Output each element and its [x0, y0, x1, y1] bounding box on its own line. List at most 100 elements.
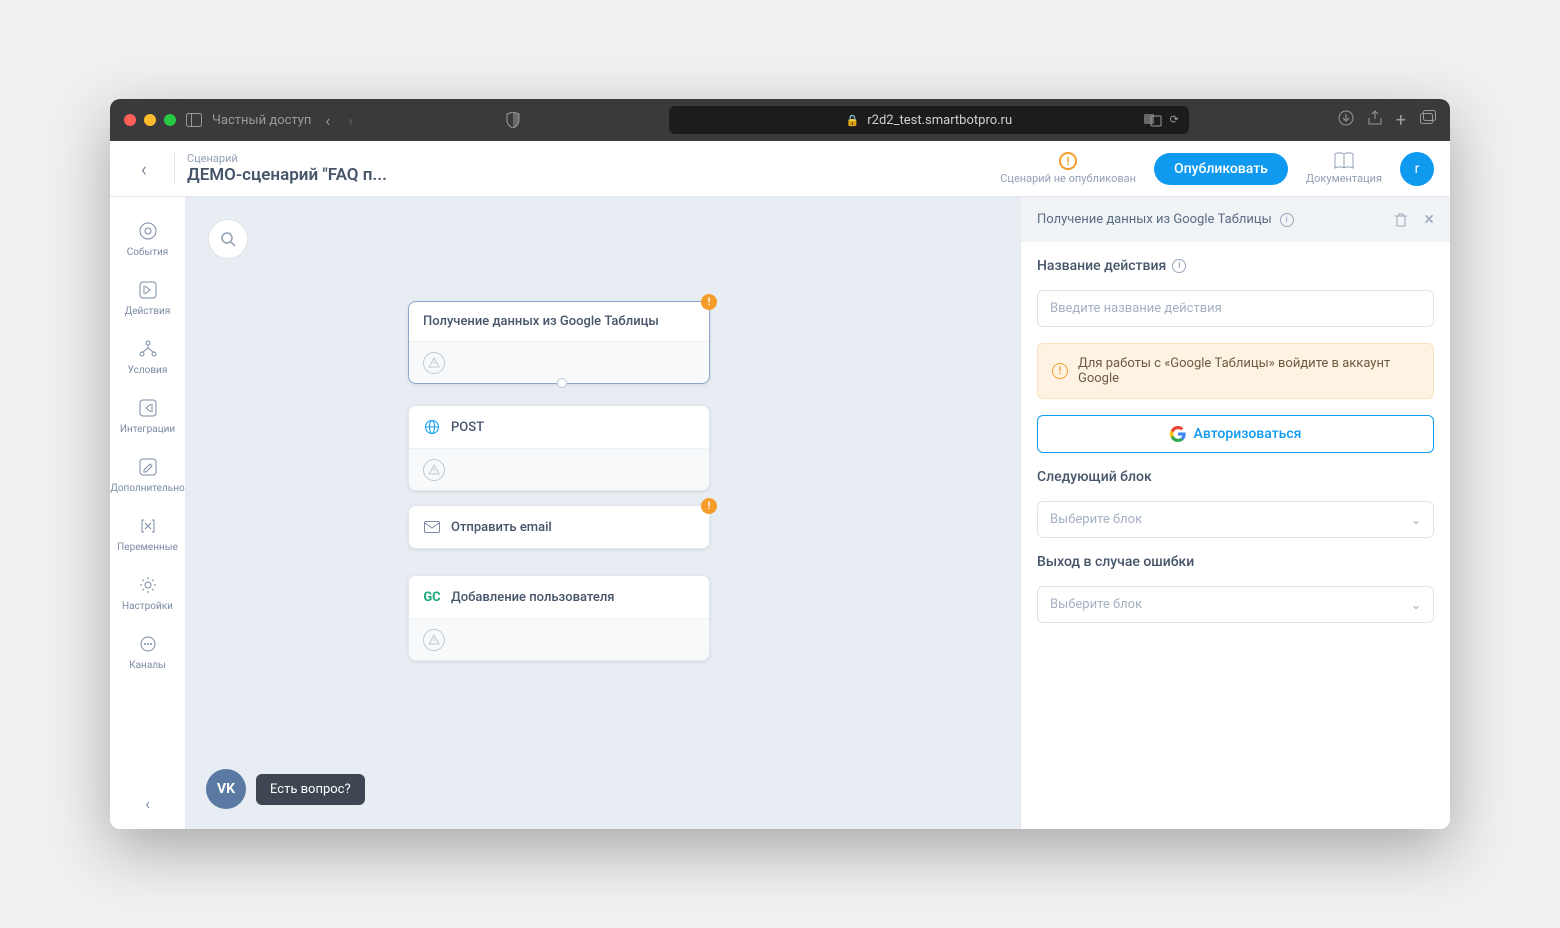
- properties-panel: Получение данных из Google Таблицы i × Н…: [1020, 197, 1450, 829]
- next-block-select[interactable]: Выберите блок ⌄: [1037, 501, 1434, 538]
- breadcrumb: Сценарий ДЕМО-сценарий "FAQ п...: [174, 152, 387, 185]
- gear-icon: [136, 573, 160, 597]
- next-block-label: Следующий блок: [1037, 469, 1434, 485]
- globe-icon: [423, 418, 441, 436]
- status-text: Сценарий не опубликован: [1000, 172, 1136, 185]
- tabs-icon[interactable]: [1420, 110, 1436, 131]
- nav-back-icon[interactable]: ‹: [321, 111, 334, 130]
- book-icon: [1334, 152, 1354, 170]
- sidebar-item-settings[interactable]: Настройки: [110, 567, 185, 618]
- sidebar-item-label: Интеграции: [120, 424, 175, 435]
- lock-icon: 🔒: [846, 114, 860, 127]
- private-mode-label: Частный доступ: [212, 113, 311, 128]
- warning-triangle-icon: [423, 352, 445, 374]
- edit-icon: [136, 455, 160, 479]
- sidebar-item-actions[interactable]: Действия: [110, 272, 185, 323]
- browser-window: Частный доступ ‹ › 🔒 r2d2_test.smartbotp…: [110, 99, 1450, 829]
- node-header: POST: [409, 406, 709, 448]
- branch-icon: [136, 337, 160, 361]
- node-title: Отправить email: [451, 520, 552, 535]
- integration-icon: [136, 396, 160, 420]
- error-exit-label: Выход в случае ошибки: [1037, 554, 1434, 570]
- sidebar-item-variables[interactable]: Переменные: [110, 508, 185, 559]
- node-body: [409, 618, 709, 660]
- docs-label: Документация: [1306, 172, 1382, 185]
- nav-forward-icon[interactable]: ›: [344, 111, 357, 130]
- select-placeholder: Выберите блок: [1050, 512, 1142, 527]
- sidebar-item-integrations[interactable]: Интеграции: [110, 390, 185, 441]
- sidebar-item-conditions[interactable]: Условия: [110, 331, 185, 382]
- canvas-node-post[interactable]: POST: [408, 405, 710, 491]
- new-tab-icon[interactable]: +: [1396, 110, 1406, 131]
- page-title: ДЕМО-сценарий "FAQ п...: [187, 165, 387, 185]
- sidebar: События Действия Условия Интеграции Допо…: [110, 197, 186, 829]
- canvas-search-button[interactable]: [208, 219, 248, 259]
- node-body: [409, 341, 709, 383]
- url-text: r2d2_test.smartbotpro.ru: [867, 113, 1012, 128]
- sidebar-item-label: Настройки: [122, 601, 173, 612]
- canvas[interactable]: ! Получение данных из Google Таблицы: [186, 197, 1020, 829]
- node-port[interactable]: [557, 378, 567, 388]
- top-bar: ‹ Сценарий ДЕМО-сценарий "FAQ п... ! Сце…: [110, 141, 1450, 197]
- node-title: POST: [451, 420, 484, 435]
- avatar[interactable]: r: [1400, 152, 1434, 186]
- maximize-window-icon[interactable]: [164, 114, 176, 126]
- canvas-node-add-user[interactable]: GC Добавление пользователя: [408, 575, 710, 661]
- close-window-icon[interactable]: [124, 114, 136, 126]
- chevron-down-icon: ⌄: [1411, 598, 1421, 612]
- share-icon[interactable]: [1368, 110, 1382, 131]
- auth-button-label: Авторизоваться: [1194, 426, 1302, 442]
- sidebar-toggle-icon[interactable]: [186, 113, 202, 127]
- address-bar[interactable]: 🔒 r2d2_test.smartbotpro.ru ⟳: [669, 106, 1189, 134]
- vk-icon: VK: [206, 769, 246, 809]
- error-badge-icon: !: [701, 498, 717, 514]
- auth-alert: ! Для работы с «Google Таблицы» войдите …: [1037, 343, 1434, 399]
- docs-link[interactable]: Документация: [1306, 152, 1382, 185]
- node-header: Отправить email: [409, 506, 709, 548]
- sidebar-item-label: Дополнительно: [110, 483, 184, 494]
- variable-icon: [136, 514, 160, 538]
- sidebar-collapse-icon[interactable]: ‹: [145, 794, 150, 813]
- breadcrumb-category: Сценарий: [187, 152, 387, 165]
- google-icon: [1170, 426, 1186, 442]
- warning-triangle-icon: [423, 459, 445, 481]
- chevron-down-icon: ⌄: [1411, 513, 1421, 527]
- toolbar-right: +: [1338, 110, 1436, 131]
- info-icon[interactable]: i: [1172, 259, 1186, 273]
- app: ‹ Сценарий ДЕМО-сценарий "FAQ п... ! Сце…: [110, 141, 1450, 829]
- sidebar-item-label: Действия: [125, 306, 171, 317]
- publish-button[interactable]: Опубликовать: [1154, 153, 1288, 185]
- shield-icon[interactable]: [506, 112, 520, 128]
- chat-icon: [136, 632, 160, 656]
- node-header: Получение данных из Google Таблицы: [409, 302, 709, 341]
- sidebar-item-channels[interactable]: Каналы: [110, 626, 185, 677]
- select-placeholder: Выберите блок: [1050, 597, 1142, 612]
- canvas-node-email[interactable]: ! Отправить email: [408, 505, 710, 549]
- close-icon[interactable]: ×: [1424, 209, 1434, 230]
- top-right: ! Сценарий не опубликован Опубликовать Д…: [1000, 152, 1434, 186]
- node-title: Добавление пользователя: [451, 590, 614, 605]
- delete-icon[interactable]: [1394, 212, 1408, 228]
- browser-toolbar: Частный доступ ‹ › 🔒 r2d2_test.smartbotp…: [110, 99, 1450, 141]
- action-name-label: Название действия i: [1037, 258, 1434, 274]
- info-icon[interactable]: i: [1280, 213, 1294, 227]
- downloads-icon[interactable]: [1338, 110, 1354, 131]
- label-text: Название действия: [1037, 258, 1166, 274]
- action-name-input[interactable]: [1037, 290, 1434, 327]
- error-exit-select[interactable]: Выберите блок ⌄: [1037, 586, 1434, 623]
- panel-header: Получение данных из Google Таблицы i ×: [1021, 197, 1450, 242]
- translate-icon[interactable]: ⟳: [1144, 113, 1179, 127]
- back-button[interactable]: ‹: [126, 151, 162, 187]
- sidebar-item-events[interactable]: События: [110, 213, 185, 264]
- node-body: [409, 448, 709, 490]
- target-icon: [136, 219, 160, 243]
- authorize-button[interactable]: Авторизоваться: [1037, 415, 1434, 453]
- error-badge-icon: !: [701, 294, 717, 310]
- node-header: GC Добавление пользователя: [409, 576, 709, 618]
- minimize-window-icon[interactable]: [144, 114, 156, 126]
- canvas-node-google-sheets[interactable]: ! Получение данных из Google Таблицы: [408, 301, 710, 384]
- sidebar-item-additional[interactable]: Дополнительно: [110, 449, 185, 500]
- help-fab[interactable]: VK Есть вопрос?: [206, 769, 365, 809]
- node-title: Получение данных из Google Таблицы: [423, 314, 659, 329]
- sidebar-item-label: Условия: [128, 365, 168, 376]
